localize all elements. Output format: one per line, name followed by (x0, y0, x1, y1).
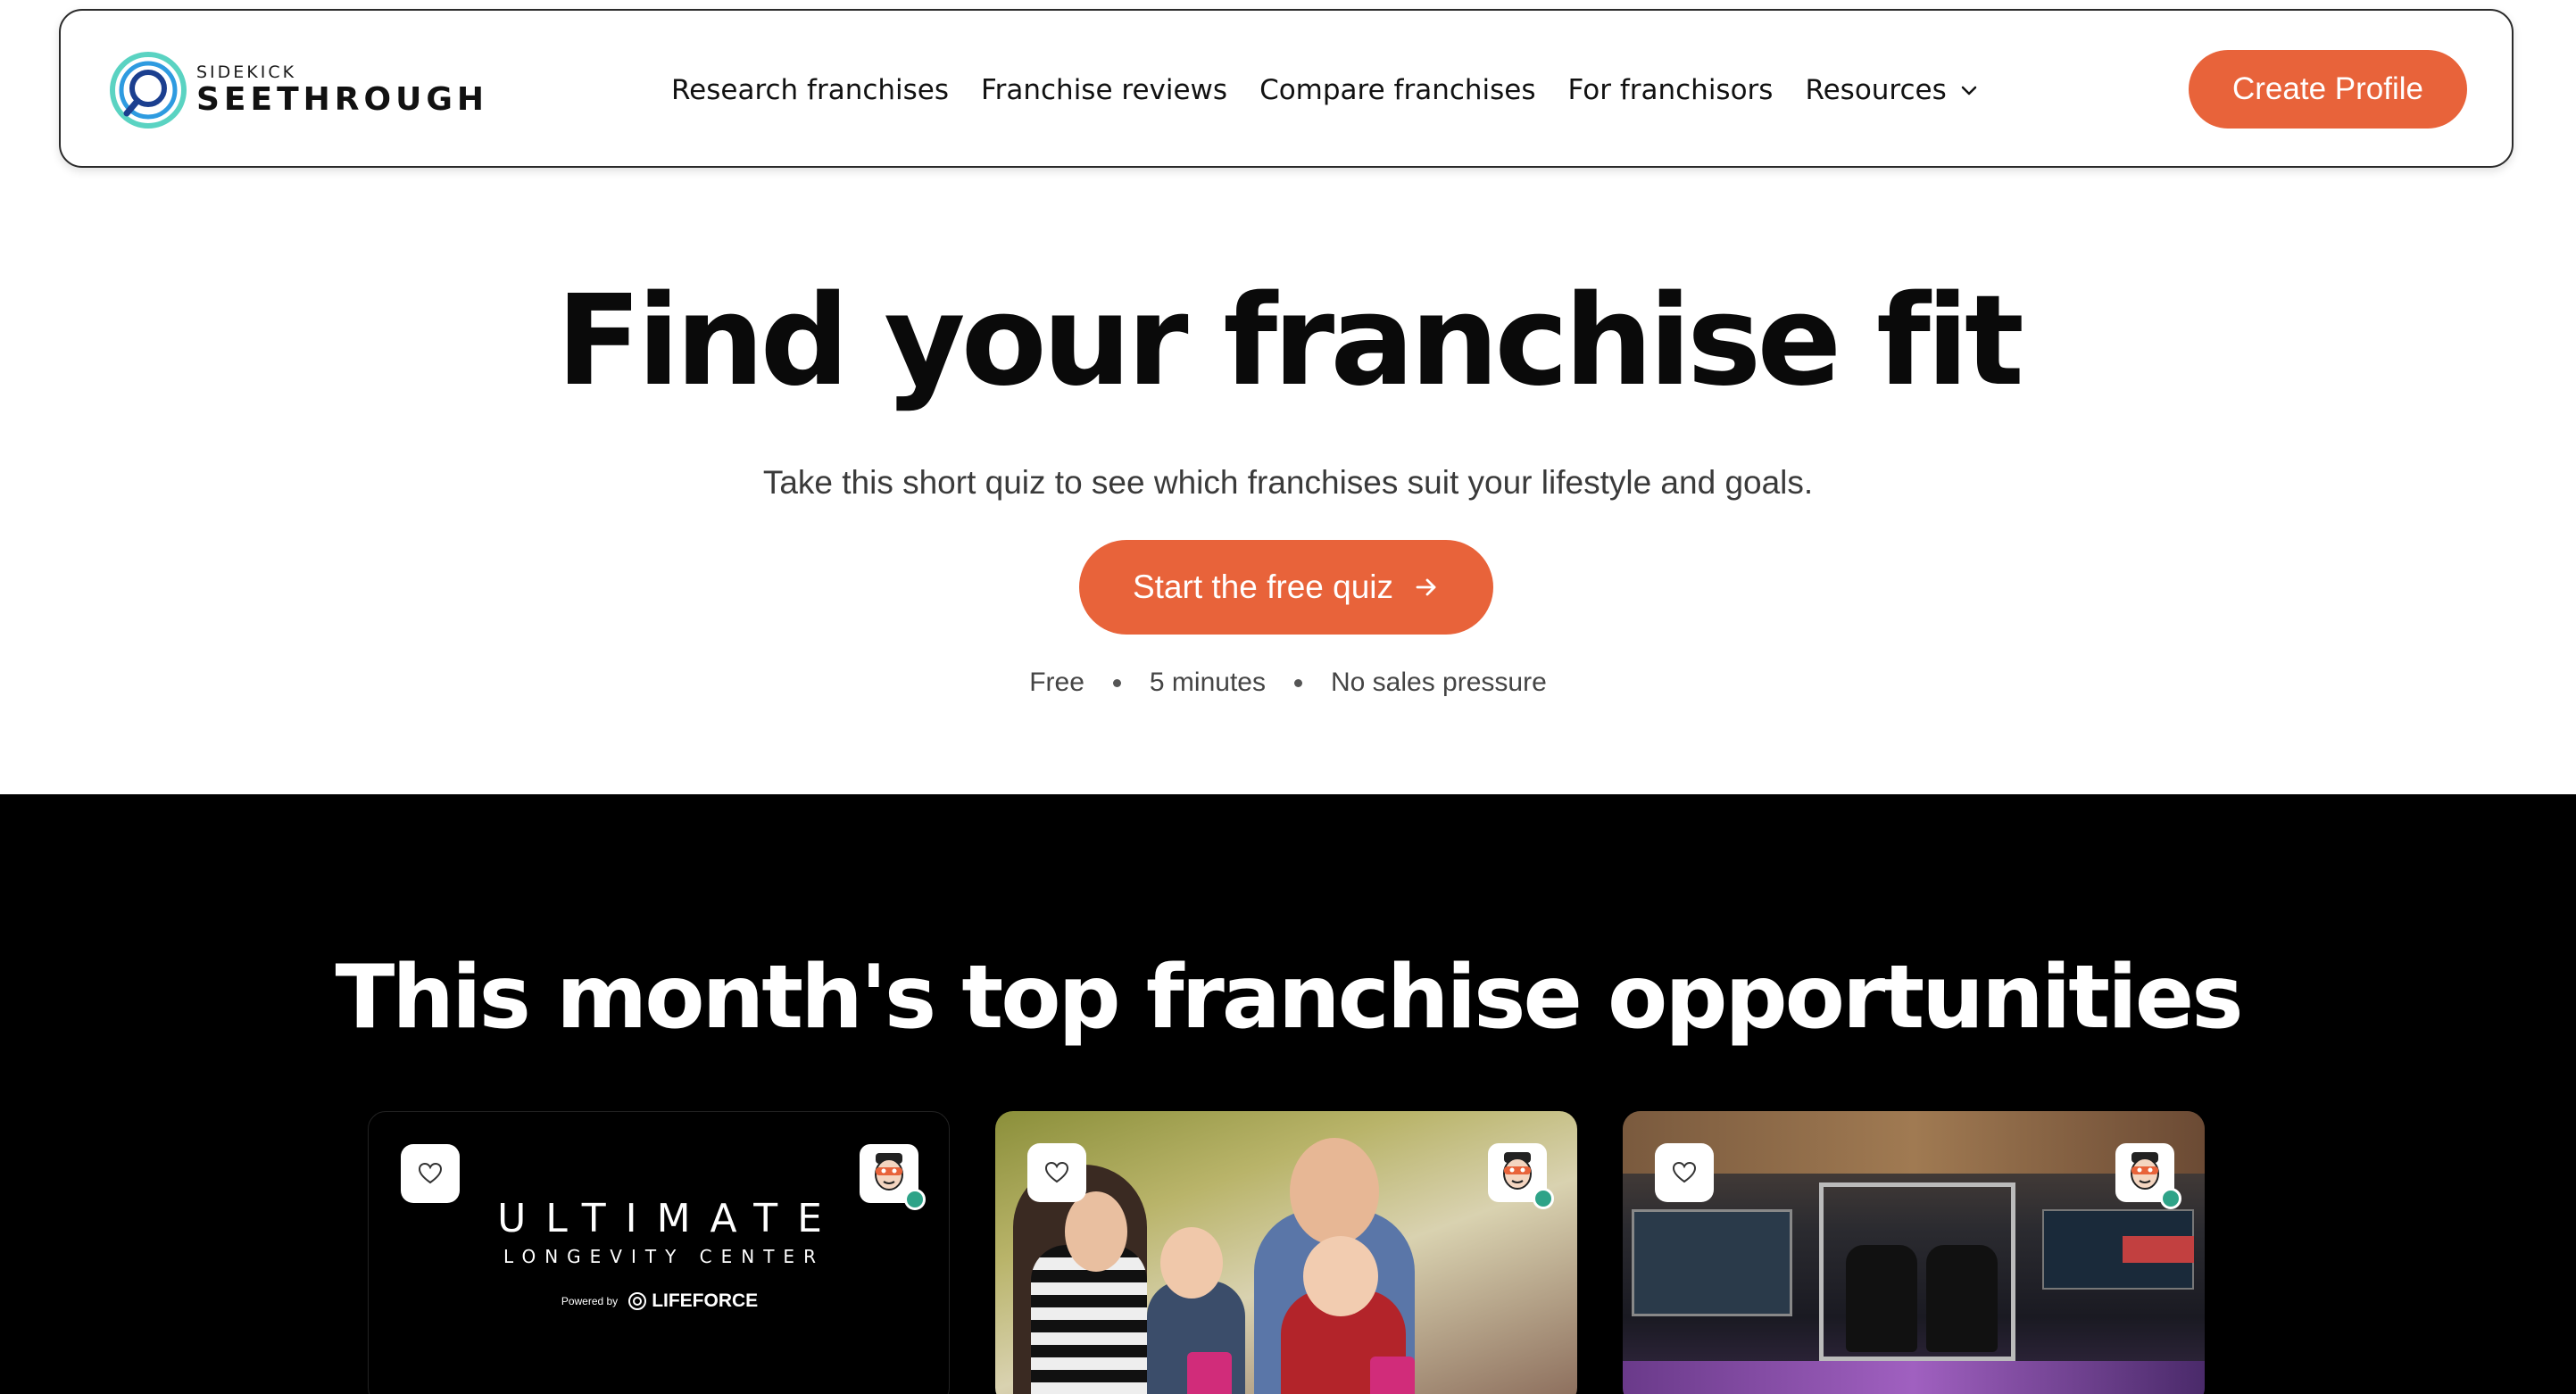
logo-title: SEETHROUGH (196, 81, 489, 118)
start-quiz-label: Start the free quiz (1132, 568, 1394, 605)
nav-resources-label: Resources (1805, 74, 1947, 106)
hero-subtitle: Take this short quiz to see which franch… (762, 464, 1814, 501)
nav-for-franchisors[interactable]: For franchisors (1568, 74, 1774, 106)
start-quiz-button[interactable]: Start the free quiz (1079, 540, 1493, 635)
card-brand-title: ULTIMATE (497, 1196, 842, 1241)
nav-resources-dropdown[interactable]: Resources (1805, 74, 1978, 106)
heart-icon (1672, 1161, 1697, 1183)
meta-separator (1293, 678, 1302, 687)
favorite-button[interactable] (401, 1144, 460, 1203)
franchise-card[interactable]: ULTIMATE LONGEVITY CENTER Powered by LIF… (368, 1111, 950, 1394)
meta-no-pressure: No sales pressure (1330, 668, 1547, 697)
verified-badge (1533, 1188, 1554, 1209)
nav-franchise-reviews[interactable]: Franchise reviews (981, 74, 1227, 106)
powered-by-label: Powered by (561, 1295, 619, 1307)
meta-duration: 5 minutes (1149, 668, 1266, 697)
arrow-right-icon (1416, 578, 1436, 596)
lifeforce-label: LIFEFORCE (652, 1290, 759, 1311)
card-brand-subtitle: LONGEVITY CENTER (503, 1246, 825, 1267)
top-navbar: SIDEKICK SEETHROUGH Research franchises … (59, 9, 2514, 168)
quiz-meta: Free 5 minutes No sales pressure (0, 668, 2576, 698)
top-opportunities-section: This month's top franchise opportunities… (0, 794, 2576, 1394)
favorite-button[interactable] (1655, 1143, 1714, 1202)
magnifier-logo-icon (110, 52, 187, 129)
franchise-card[interactable] (995, 1111, 1577, 1394)
card-brand-powered: Powered by LIFEFORCE (369, 1290, 949, 1312)
meta-free: Free (1029, 668, 1084, 697)
hero-title: Find your franchise fit (556, 269, 2024, 414)
logo-subtitle: SIDEKICK (196, 62, 297, 82)
section-title: This month's top franchise opportunities (335, 947, 2243, 1049)
heart-icon (418, 1162, 443, 1184)
logo[interactable]: SIDEKICK SEETHROUGH (109, 50, 488, 130)
franchise-card[interactable] (1623, 1111, 2205, 1394)
favorite-button[interactable] (1027, 1143, 1086, 1202)
lifeforce-logo: LIFEFORCE (627, 1290, 758, 1312)
verified-badge (2160, 1188, 2181, 1209)
lifeforce-icon (628, 1292, 647, 1310)
meta-separator (1112, 678, 1121, 687)
nav-research-franchises[interactable]: Research franchises (671, 74, 949, 106)
heart-icon (1044, 1161, 1069, 1183)
nav-links: Research franchises Franchise reviews Co… (671, 11, 2011, 170)
create-profile-button[interactable]: Create Profile (2189, 50, 2467, 129)
nav-compare-franchises[interactable]: Compare franchises (1259, 74, 1535, 106)
chevron-down-icon (1961, 86, 1977, 95)
